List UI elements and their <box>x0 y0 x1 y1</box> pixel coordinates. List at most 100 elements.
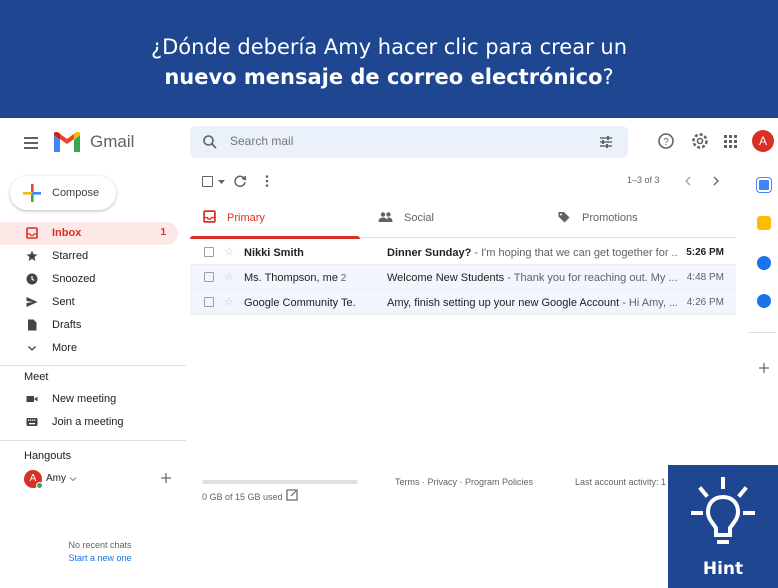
pagination-text: 1–3 of 3 <box>627 175 660 185</box>
clock-icon <box>26 273 38 285</box>
email-time: 4:48 PM <box>686 272 724 283</box>
calendar-icon[interactable] <box>757 178 771 192</box>
question-mark: ? <box>602 65 614 89</box>
sidebar-item-label: More <box>52 342 78 354</box>
menu-icon[interactable] <box>24 137 38 149</box>
sidebar-item-new-meeting[interactable]: New meeting <box>0 388 180 411</box>
more-vert-icon[interactable] <box>262 173 272 189</box>
tab-promotions[interactable]: Promotions <box>558 202 728 238</box>
active-tab-indicator <box>190 236 360 239</box>
star-icon <box>26 250 38 261</box>
question-banner: ¿Dónde debería Amy hacer clic para crear… <box>0 0 778 118</box>
email-row[interactable]: ☆ Google Community Te. Amy, finish setti… <box>190 290 736 315</box>
chevron-down-icon <box>28 346 36 351</box>
row-checkbox[interactable] <box>204 297 214 307</box>
next-page-icon[interactable] <box>710 174 722 188</box>
email-subject: Dinner Sunday? - I'm hoping that we can … <box>387 247 677 259</box>
email-list: ☆ Nikki Smith Dinner Sunday? - I'm hopin… <box>190 240 736 315</box>
last-activity: Last account activity: 1 <box>575 477 667 487</box>
online-status-dot <box>36 482 43 489</box>
plus-icon <box>23 184 41 202</box>
mail-toolbar: 1–3 of 3 <box>190 170 736 198</box>
search-input[interactable] <box>230 134 560 148</box>
select-dropdown-icon[interactable] <box>218 180 225 185</box>
question-line-1: ¿Dónde debería Amy hacer clic para crear… <box>150 35 628 59</box>
tab-label: Promotions <box>582 212 638 224</box>
open-external-icon[interactable] <box>286 489 298 501</box>
sidebar-item-inbox[interactable]: Inbox 1 <box>0 222 178 245</box>
add-addon-icon[interactable] <box>758 362 770 374</box>
unread-count: 1 <box>160 227 166 238</box>
email-row[interactable]: ☆ Nikki Smith Dinner Sunday? - I'm hopin… <box>190 240 736 265</box>
compose-button[interactable]: Compose <box>10 176 116 210</box>
sidebar-item-drafts[interactable]: Drafts <box>0 314 180 337</box>
side-panel <box>748 166 778 466</box>
email-sender: Google Community Te. <box>244 297 356 309</box>
sidebar-item-label: New meeting <box>52 393 117 405</box>
sidebar-item-label: Starred <box>52 250 89 262</box>
start-chat-link[interactable]: Start a new one <box>0 553 200 563</box>
storage-text: 0 GB of 15 GB used <box>202 492 283 502</box>
sidebar-item-sent[interactable]: Sent <box>0 291 180 314</box>
caret-down-icon[interactable] <box>69 475 77 483</box>
email-sender: Nikki Smith <box>244 247 304 259</box>
storage-bar <box>202 480 358 484</box>
sidebar-item-starred[interactable]: Starred <box>0 245 180 268</box>
gmail-app: Gmail ? A Compose Inbox 1 St <box>0 118 778 588</box>
contacts-icon[interactable] <box>757 294 771 308</box>
settings-icon[interactable] <box>690 131 710 151</box>
sidebar-item-more[interactable]: More <box>0 337 180 360</box>
search-icon[interactable] <box>202 134 218 150</box>
tab-primary[interactable]: Primary <box>190 202 360 239</box>
star-icon[interactable]: ☆ <box>224 295 234 308</box>
sidebar-item-label: Snoozed <box>52 273 96 285</box>
divider <box>0 440 186 441</box>
lightbulb-icon <box>691 477 755 544</box>
footer-links[interactable]: Terms · Privacy · Program Policies <box>395 477 533 487</box>
divider <box>0 365 186 366</box>
keyboard-icon <box>26 418 38 426</box>
sidebar-nav: Inbox 1 Starred Snoozed Sent Drafts More <box>0 222 180 360</box>
star-icon[interactable]: ☆ <box>224 245 234 258</box>
tab-social[interactable]: Social <box>376 202 546 238</box>
question-bold-text: nuevo mensaje de correo electrónico <box>164 65 603 89</box>
hint-label: Hint <box>702 559 744 579</box>
row-checkbox[interactable] <box>204 272 214 282</box>
category-tabs: Primary Social Promotions <box>190 202 736 239</box>
draft-icon <box>28 319 37 331</box>
add-chat-icon[interactable] <box>160 472 172 484</box>
compose-label: Compose <box>52 187 100 199</box>
email-time: 4:26 PM <box>686 297 724 308</box>
app-name[interactable]: Gmail <box>90 132 134 152</box>
gmail-logo[interactable] <box>54 132 80 152</box>
help-icon[interactable]: ? <box>656 131 676 151</box>
search-bar[interactable] <box>190 126 628 158</box>
people-icon <box>378 212 393 222</box>
email-subject: Amy, finish setting up your new Google A… <box>387 297 677 309</box>
apps-icon[interactable] <box>720 131 740 151</box>
account-avatar[interactable]: A <box>752 130 774 152</box>
row-checkbox[interactable] <box>204 247 214 257</box>
hangouts-title: Hangouts <box>24 450 72 462</box>
email-row[interactable]: ☆ Ms. Thompson, me 2 Welcome New Student… <box>190 265 736 290</box>
sidebar-item-label: Inbox <box>52 227 82 239</box>
inbox-icon <box>26 227 38 239</box>
star-icon[interactable]: ☆ <box>224 270 234 283</box>
hint-button[interactable]: Hint <box>668 465 778 588</box>
sidebar-item-label: Drafts <box>52 319 82 331</box>
sidebar-item-join-meeting[interactable]: Join a meeting <box>0 411 180 434</box>
tune-icon[interactable] <box>598 134 614 150</box>
svg-text:?: ? <box>663 137 669 148</box>
keep-icon[interactable] <box>757 216 771 230</box>
prev-page-icon[interactable] <box>682 174 694 188</box>
tab-label: Primary <box>227 212 265 224</box>
sidebar-item-snoozed[interactable]: Snoozed <box>0 268 180 291</box>
sidebar-item-label: Join a meeting <box>52 416 124 428</box>
meet-title: Meet <box>24 371 49 383</box>
refresh-icon[interactable] <box>232 173 248 189</box>
sidebar-item-label: Sent <box>52 296 75 308</box>
meet-nav: New meeting Join a meeting <box>0 388 180 434</box>
select-all-checkbox[interactable] <box>202 176 213 187</box>
hangouts-user-name: Amy <box>46 473 66 484</box>
tasks-icon[interactable] <box>757 256 771 270</box>
